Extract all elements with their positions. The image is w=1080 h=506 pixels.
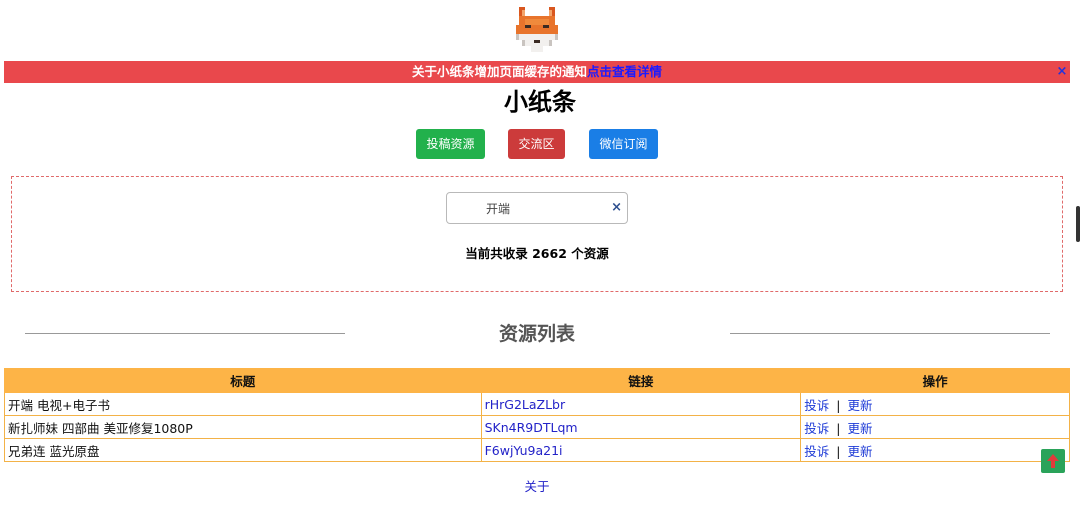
- clear-icon[interactable]: ×: [611, 200, 622, 216]
- divider-right: [730, 333, 1050, 334]
- about-link[interactable]: 关于: [0, 476, 1074, 495]
- search-box: ×: [446, 192, 628, 224]
- update-link[interactable]: 更新: [847, 421, 872, 436]
- back-to-top-button[interactable]: [1041, 449, 1065, 473]
- wechat-subscribe-button[interactable]: 微信订阅: [589, 129, 658, 159]
- table-row: 新扎师妹 四部曲 美亚修复1080P SKn4R9DTLqm 投诉 | 更新: [4, 415, 1070, 439]
- arrow-up-icon: [1047, 454, 1059, 468]
- row-link[interactable]: SKn4R9DTLqm: [480, 415, 802, 439]
- site-title: 小纸条: [504, 88, 576, 116]
- resource-table: 标题 链接 操作 开端 电视+电子书 rHrG2LaZLbr 投诉 | 更新 新扎师…: [4, 368, 1070, 462]
- row-title: 兄弟连 蓝光原盘: [4, 438, 482, 462]
- section-title: 资源列表: [498, 323, 575, 345]
- table-row: 兄弟连 蓝光原盘 F6wjYu9a21i 投诉 | 更新: [4, 438, 1070, 462]
- row-actions: 投诉 | 更新: [800, 392, 1070, 416]
- row-title: 新扎师妹 四部曲 美亚修复1080P: [4, 415, 482, 439]
- column-header-title: 标题: [4, 368, 482, 393]
- search-panel: × 当前共收录 2662 个资源: [11, 176, 1063, 292]
- forum-button[interactable]: 交流区: [508, 129, 565, 159]
- notice-text: 关于小纸条增加页面缓存的通知: [411, 64, 587, 79]
- action-separator: |: [836, 443, 841, 459]
- column-header-actions: 操作: [800, 368, 1070, 393]
- action-separator: |: [836, 420, 841, 436]
- column-header-link: 链接: [480, 368, 802, 393]
- report-link[interactable]: 投诉: [804, 421, 829, 436]
- update-link[interactable]: 更新: [847, 398, 872, 413]
- row-link[interactable]: rHrG2LaZLbr: [480, 392, 802, 416]
- report-link[interactable]: 投诉: [804, 444, 829, 459]
- notice-details-link[interactable]: 点击查看详情: [587, 64, 662, 79]
- action-separator: |: [836, 397, 841, 413]
- resource-count: 当前共收录 2662 个资源: [465, 246, 609, 261]
- notice-bar: 关于小纸条增加页面缓存的通知点击查看详情 ×: [4, 61, 1070, 83]
- submit-resource-button[interactable]: 投稿资源: [416, 129, 485, 159]
- fox-logo-icon: [510, 4, 564, 58]
- row-link[interactable]: F6wjYu9a21i: [480, 438, 802, 462]
- row-actions: 投诉 | 更新: [800, 415, 1070, 439]
- close-icon[interactable]: ×: [1056, 61, 1068, 83]
- search-input[interactable]: [453, 195, 603, 221]
- table-header-row: 标题 链接 操作: [4, 368, 1070, 393]
- scrollbar-thumb[interactable]: [1076, 206, 1080, 242]
- row-actions: 投诉 | 更新: [800, 438, 1070, 462]
- update-link[interactable]: 更新: [847, 444, 872, 459]
- row-title: 开端 电视+电子书: [4, 392, 482, 416]
- report-link[interactable]: 投诉: [804, 398, 829, 413]
- table-row: 开端 电视+电子书 rHrG2LaZLbr 投诉 | 更新: [4, 392, 1070, 416]
